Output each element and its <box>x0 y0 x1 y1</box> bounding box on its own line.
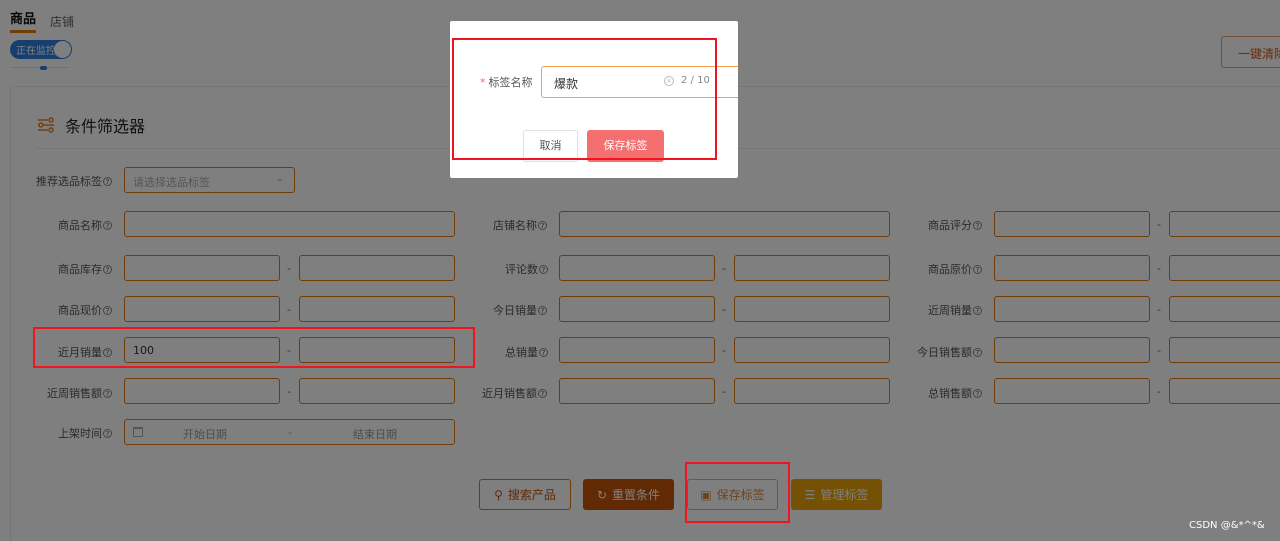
annotation-dialog <box>452 38 717 160</box>
cancel-button[interactable]: 取消 <box>523 130 578 162</box>
clear-input-icon[interactable]: × <box>664 76 674 86</box>
confirm-save-tag-button[interactable]: 保存标签 <box>587 130 664 162</box>
tag-name-label-text: 标签名称 <box>488 76 533 89</box>
tag-name-label: * 标签名称 <box>480 74 533 90</box>
char-count: 2 / 10 <box>681 75 710 86</box>
save-tag-dialog: * 标签名称 爆款 × 2 / 10 取消 保存标签 <box>450 21 738 178</box>
required-mark: * <box>480 76 486 89</box>
watermark: CSDN @&*^*& <box>1189 520 1265 531</box>
